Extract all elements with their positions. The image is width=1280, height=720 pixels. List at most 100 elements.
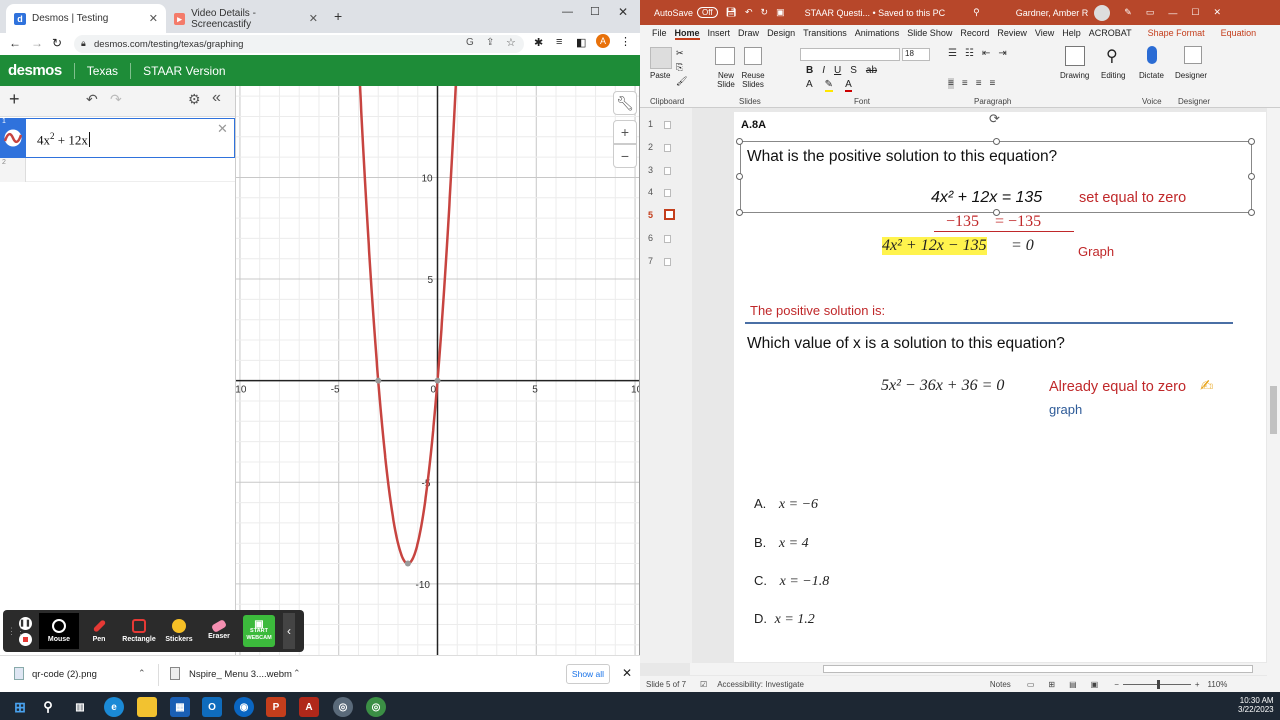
search-icon[interactable]: ⚲: [38, 697, 58, 717]
indent-icon[interactable]: ⇤: [982, 48, 990, 59]
font-color-icon[interactable]: A: [845, 79, 852, 92]
italic-icon[interactable]: I: [822, 65, 825, 76]
bullets-icon[interactable]: ☰: [948, 48, 957, 59]
bookmark-star-icon[interactable]: ☆: [506, 36, 516, 49]
align-center-icon[interactable]: ≡: [962, 78, 968, 89]
menu-home[interactable]: Home: [674, 28, 700, 40]
align-left-icon[interactable]: ≡: [948, 78, 954, 89]
menu-acrobat[interactable]: ACROBAT: [1089, 28, 1132, 40]
drawing-shapes-icon[interactable]: [1065, 46, 1085, 66]
collapse-toolbar-icon[interactable]: ‹: [283, 613, 295, 649]
pen-icon[interactable]: ✎: [1124, 7, 1132, 18]
file-explorer-icon[interactable]: [137, 697, 157, 717]
chrome-profile-icon[interactable]: ◎: [366, 697, 386, 717]
drawing-button[interactable]: Drawing: [1060, 71, 1089, 80]
tab-desmos[interactable]: d Desmos | Testing ✕: [6, 4, 166, 33]
close-icon[interactable]: ✕: [149, 12, 158, 25]
microphone-icon[interactable]: [1147, 46, 1157, 64]
search-icon[interactable]: ⚲: [973, 7, 980, 18]
thumb-number[interactable]: 7: [648, 256, 653, 266]
stop-icon[interactable]: [18, 632, 32, 646]
new-slide-icon[interactable]: [715, 47, 735, 65]
reuse-slides-button[interactable]: Reuse Slides: [740, 71, 766, 89]
font-size-select[interactable]: 18: [902, 48, 930, 61]
forward-icon[interactable]: →: [31, 36, 43, 50]
window-close-icon[interactable]: ✕: [618, 5, 628, 19]
designer-button[interactable]: Designer: [1175, 71, 1207, 80]
reading-view-icon[interactable]: ▤: [1069, 680, 1077, 689]
font-family-select[interactable]: [800, 48, 900, 61]
slide-thumbnail-selected[interactable]: [664, 209, 675, 220]
rotate-handle-icon[interactable]: ⟳: [989, 111, 1000, 127]
save-icon[interactable]: 💾︎: [726, 7, 737, 18]
notes-button[interactable]: Notes: [990, 680, 1011, 689]
windows-start-icon[interactable]: ⊞: [10, 697, 30, 717]
sorter-view-icon[interactable]: ⊞: [1048, 680, 1055, 689]
strikethrough-icon[interactable]: ab: [866, 65, 877, 76]
scroll-thumb[interactable]: [823, 665, 1253, 673]
tab-screencastify[interactable]: ▸ Video Details - Screencastify ✕: [166, 4, 326, 33]
tool-eraser[interactable]: Eraser: [199, 619, 239, 640]
bold-icon[interactable]: B: [806, 65, 813, 76]
tool-mouse[interactable]: Mouse: [39, 613, 79, 649]
copy-icon[interactable]: ⎘: [676, 62, 683, 73]
chrome-icon[interactable]: ◎: [333, 697, 353, 717]
outdent-icon[interactable]: ⇥: [998, 48, 1006, 59]
graph-canvas[interactable]: -10-50510105-5-10: [236, 86, 639, 655]
zoom-out-icon[interactable]: −: [613, 144, 637, 168]
reading-list-icon[interactable]: ≡: [556, 36, 562, 48]
menu-transitions[interactable]: Transitions: [803, 28, 847, 40]
designer-icon[interactable]: [1184, 46, 1202, 64]
horizontal-scrollbar[interactable]: [690, 663, 1267, 675]
numbering-icon[interactable]: ☷: [965, 48, 974, 59]
pause-icon[interactable]: ❚❚: [18, 616, 32, 630]
clock[interactable]: 10:30 AM 3/22/2023: [1238, 696, 1274, 714]
powerpoint-icon[interactable]: P: [266, 697, 286, 717]
resize-handle[interactable]: [736, 209, 743, 216]
download-item-1[interactable]: qr-code (2).png: [32, 669, 97, 680]
maximize-icon[interactable]: ☐: [1191, 7, 1199, 18]
show-all-button[interactable]: Show all: [566, 664, 610, 684]
expression-tab-2[interactable]: 2: [0, 158, 26, 182]
resize-handle[interactable]: [1248, 138, 1255, 145]
spellcheck-icon[interactable]: ☑: [700, 680, 707, 689]
slide-thumbnail[interactable]: [664, 189, 671, 197]
thumb-number[interactable]: 5: [648, 210, 653, 220]
delete-expression-icon[interactable]: ✕: [217, 121, 228, 137]
resize-handle[interactable]: [736, 138, 743, 145]
google-icon[interactable]: G: [466, 37, 474, 48]
slide-thumbnail[interactable]: [664, 121, 671, 129]
zoom-out-icon[interactable]: −: [1114, 680, 1119, 689]
profile-avatar[interactable]: A: [596, 34, 610, 48]
slide-thumbnail[interactable]: [664, 258, 671, 266]
thumb-number[interactable]: 3: [648, 165, 653, 175]
reuse-slides-icon[interactable]: [744, 47, 762, 65]
resize-handle[interactable]: [1248, 209, 1255, 216]
paste-icon[interactable]: [650, 47, 672, 69]
slide-thumbnail[interactable]: [664, 144, 671, 152]
chrome-menu-icon[interactable]: ⋮: [620, 35, 631, 48]
store-icon[interactable]: ▦: [170, 697, 190, 717]
present-icon[interactable]: ▣: [776, 7, 785, 18]
menu-equation[interactable]: Equation: [1221, 28, 1257, 40]
download-item-2[interactable]: Nspire_ Menu 3....webm: [189, 669, 292, 680]
settings-gear-icon[interactable]: ⚙: [188, 91, 201, 108]
minimize-icon[interactable]: —: [1168, 8, 1177, 18]
edge-icon[interactable]: e: [104, 697, 124, 717]
choice-b[interactable]: B. x = 4: [754, 535, 809, 552]
paste-button[interactable]: Paste: [650, 71, 670, 80]
expression-tab-1[interactable]: 1: [0, 118, 26, 158]
drag-handle-icon[interactable]: ⋮⋮: [7, 626, 25, 637]
thumb-number[interactable]: 1: [648, 119, 653, 129]
vertical-scrollbar[interactable]: [1267, 108, 1280, 676]
url-field[interactable]: 🔒︎ desmos.com/testing/texas/graphing G ⇪…: [74, 35, 524, 53]
outlook-icon[interactable]: O: [202, 697, 222, 717]
cut-icon[interactable]: ✂: [676, 48, 684, 59]
document-title[interactable]: STAAR Questi... • Saved to this PC: [805, 8, 946, 18]
menu-slide-show[interactable]: Slide Show: [907, 28, 952, 40]
back-icon[interactable]: ←: [9, 36, 21, 50]
redo-icon[interactable]: ↻: [761, 7, 769, 18]
extensions-icon[interactable]: ✱: [534, 36, 543, 49]
zoom-level[interactable]: 110%: [1208, 680, 1228, 689]
menu-shape-format[interactable]: Shape Format: [1148, 28, 1205, 40]
